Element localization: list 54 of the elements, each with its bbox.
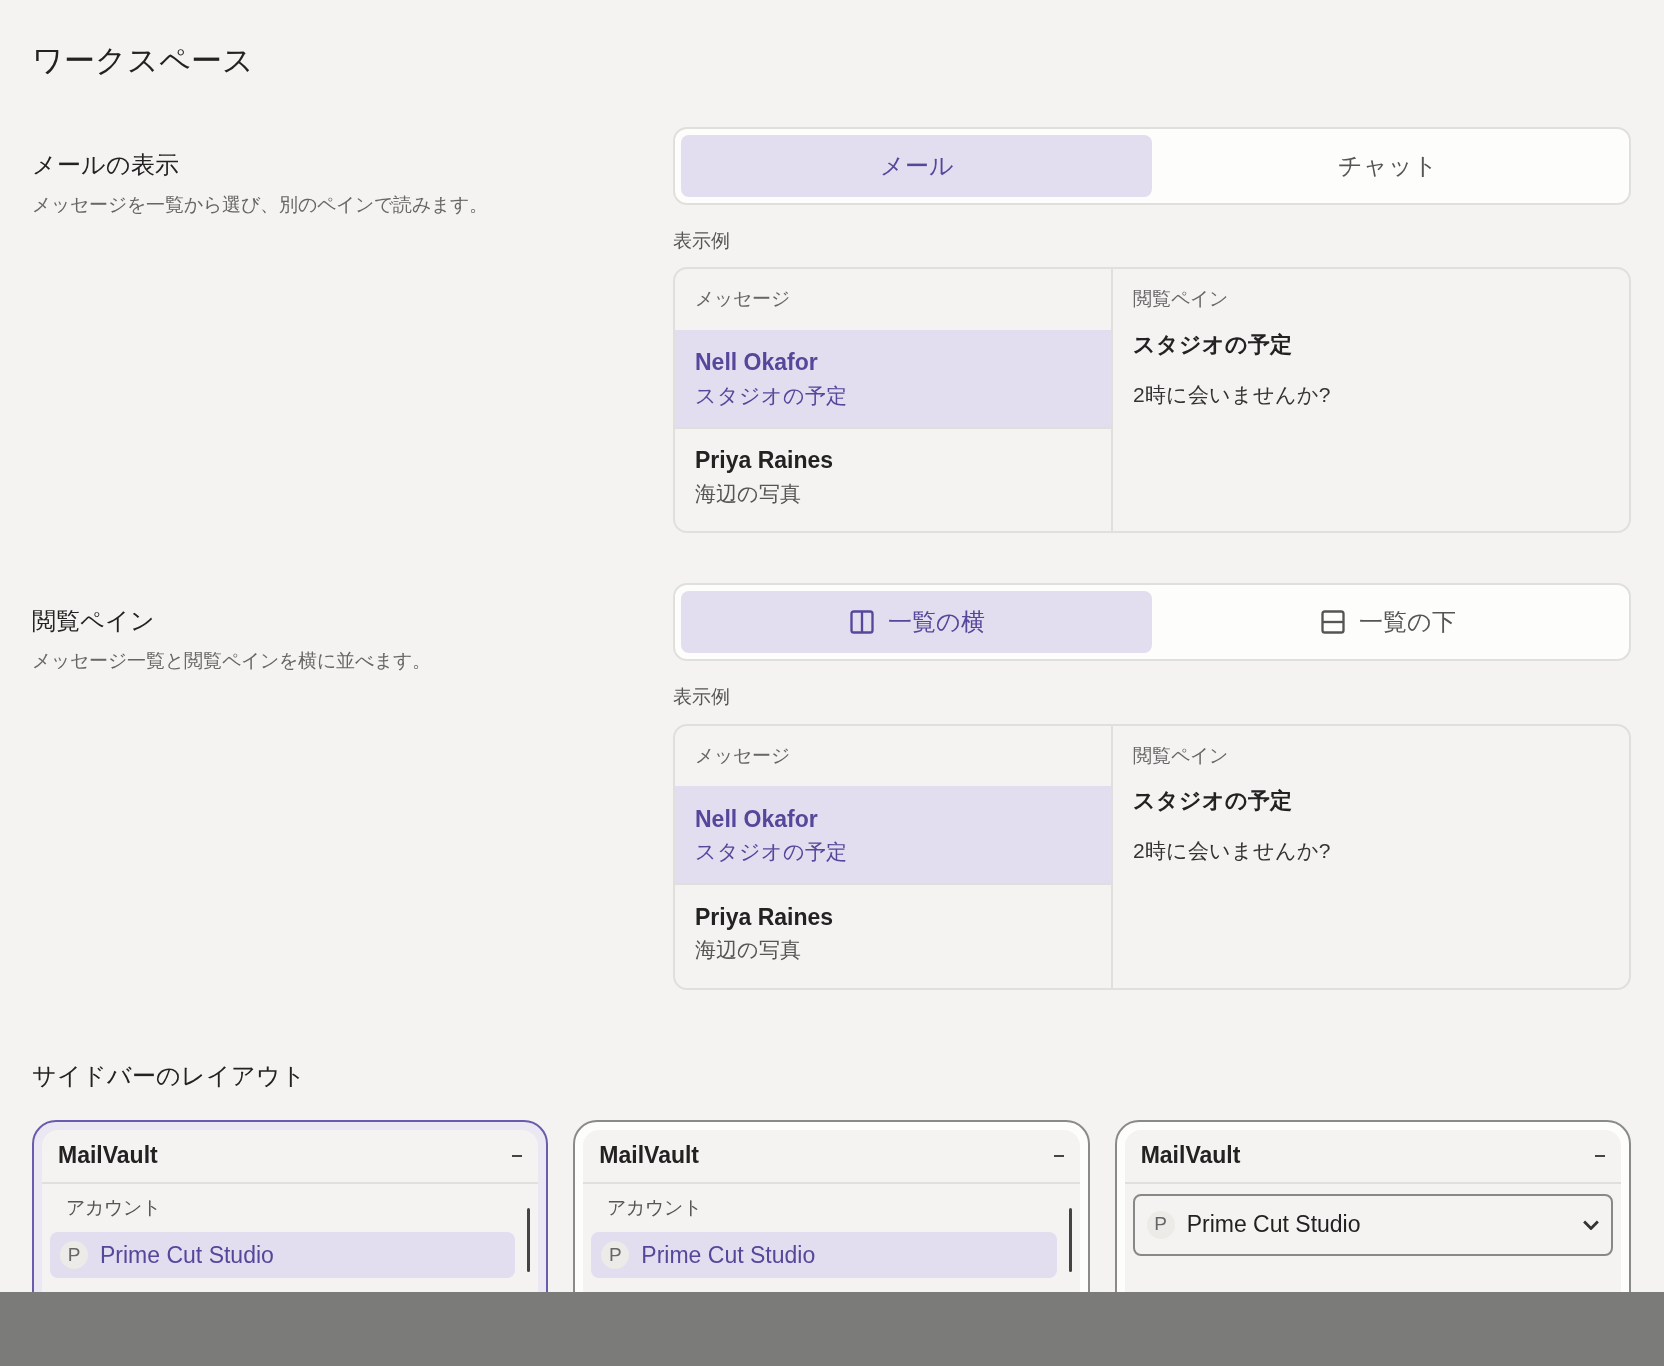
- app-name: MailVault: [599, 1141, 700, 1171]
- pane-body: 2時に会いませんか?: [1133, 838, 1332, 864]
- account-avatar: P: [60, 1241, 88, 1269]
- section-label: アカウント: [65, 1195, 162, 1220]
- message-subject: スタジオの予定: [695, 382, 848, 409]
- pane-subject: スタジオの予定: [1133, 330, 1293, 359]
- segment-option[interactable]: 一覧の下: [1152, 591, 1623, 653]
- minus-icon: [1053, 1154, 1064, 1157]
- segment-option[interactable]: チャット: [1152, 134, 1623, 197]
- section-description: メッセージ一覧と閲覧ペインを横に並べます。: [32, 649, 432, 673]
- message-item[interactable]: Nell Okafor スタジオの予定: [675, 786, 1111, 883]
- account-item[interactable]: P Prime Cut Studio: [591, 1232, 1057, 1278]
- section-description: メッセージを一覧から選び、別のペインで読みます。: [32, 192, 489, 217]
- account-item[interactable]: P Prime Cut Studio: [50, 1232, 516, 1278]
- message-item[interactable]: Nell Okafor スタジオの予定: [675, 329, 1111, 427]
- layout-card[interactable]: MailVault P Prime Cut Studio: [1114, 1119, 1631, 1292]
- layout-card[interactable]: MailVault アカウント P Prime Cut Studio: [573, 1119, 1090, 1292]
- message-subject: 海辺の写真: [695, 937, 802, 963]
- minus-icon: [1595, 1154, 1605, 1157]
- split-rows-icon: [1319, 608, 1347, 636]
- account-avatar: P: [601, 1241, 630, 1269]
- section-heading: 閲覧ペイン: [32, 606, 156, 636]
- message-item[interactable]: Priya Raines 海辺の写真: [675, 426, 1111, 524]
- message-subject: 海辺の写真: [695, 480, 802, 507]
- minus-icon: [512, 1154, 523, 1157]
- list-header: メッセージ: [694, 287, 791, 311]
- split-columns-icon: [848, 608, 876, 636]
- segment-option[interactable]: 一覧の横: [681, 591, 1152, 653]
- scrollbar-thumb: [527, 1207, 531, 1272]
- account-avatar: P: [1146, 1210, 1175, 1239]
- preview-label: 表示例: [673, 685, 731, 709]
- message-sender: Nell Okafor: [695, 348, 819, 377]
- segment-option[interactable]: メール: [681, 134, 1152, 197]
- message-subject: スタジオの予定: [695, 839, 848, 865]
- pane-header: 閲覧ペイン: [1133, 287, 1229, 311]
- section-heading: メールの表示: [32, 149, 180, 180]
- pane-subject: スタジオの予定: [1133, 787, 1293, 815]
- layout-card[interactable]: MailVault アカウント P Prime Cut Studio: [32, 1119, 549, 1292]
- account-dropdown[interactable]: P Prime Cut Studio: [1132, 1193, 1613, 1256]
- message-sender: Priya Raines: [695, 446, 835, 475]
- section-label: アカウント: [606, 1195, 704, 1220]
- page-title: ワークスペース: [32, 42, 255, 80]
- message-sender: Nell Okafor: [695, 804, 819, 834]
- app-name: MailVault: [58, 1141, 158, 1171]
- message-sender: Priya Raines: [695, 902, 835, 932]
- scrollbar-thumb: [1068, 1207, 1072, 1272]
- preview-label: 表示例: [673, 228, 731, 253]
- chevron-down-icon: [1583, 1219, 1599, 1230]
- pane-body: 2時に会いませんか?: [1133, 381, 1332, 408]
- app-name: MailVault: [1140, 1141, 1241, 1171]
- list-header: メッセージ: [694, 743, 791, 768]
- pane-header: 閲覧ペイン: [1133, 743, 1229, 768]
- section-heading: サイドバーのレイアウト: [32, 1060, 307, 1091]
- message-item[interactable]: Priya Raines 海辺の写真: [675, 883, 1111, 980]
